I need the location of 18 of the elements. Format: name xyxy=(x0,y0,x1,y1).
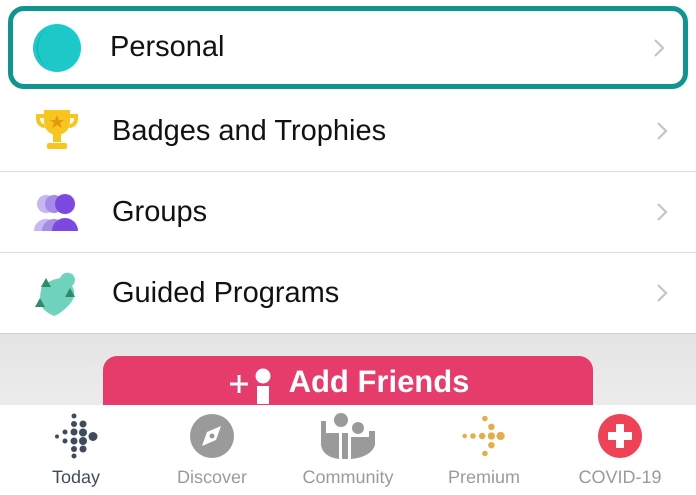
chevron-icon xyxy=(656,202,668,222)
add-friends-button[interactable]: Add Friends xyxy=(103,356,593,405)
menu-item[interactable]: Badges and Trophies xyxy=(0,91,696,172)
chevron-icon xyxy=(653,38,665,58)
menu-label: Personal xyxy=(110,31,226,64)
menu-item[interactable]: Personal xyxy=(8,6,688,89)
people-icon xyxy=(319,412,377,458)
menu-item[interactable]: Groups xyxy=(0,172,696,253)
menu-label: Badges and Trophies xyxy=(112,114,388,148)
chevron-icon xyxy=(656,121,668,141)
dots-icon xyxy=(53,412,99,458)
medical-cross-icon xyxy=(597,412,643,458)
avatar-icon xyxy=(32,22,82,72)
tab[interactable]: Today xyxy=(11,412,141,488)
menu-label: Guided Programs xyxy=(112,276,340,310)
compass-icon xyxy=(189,412,235,458)
menu-label: Groups xyxy=(112,196,208,228)
chevron-icon xyxy=(656,283,668,303)
